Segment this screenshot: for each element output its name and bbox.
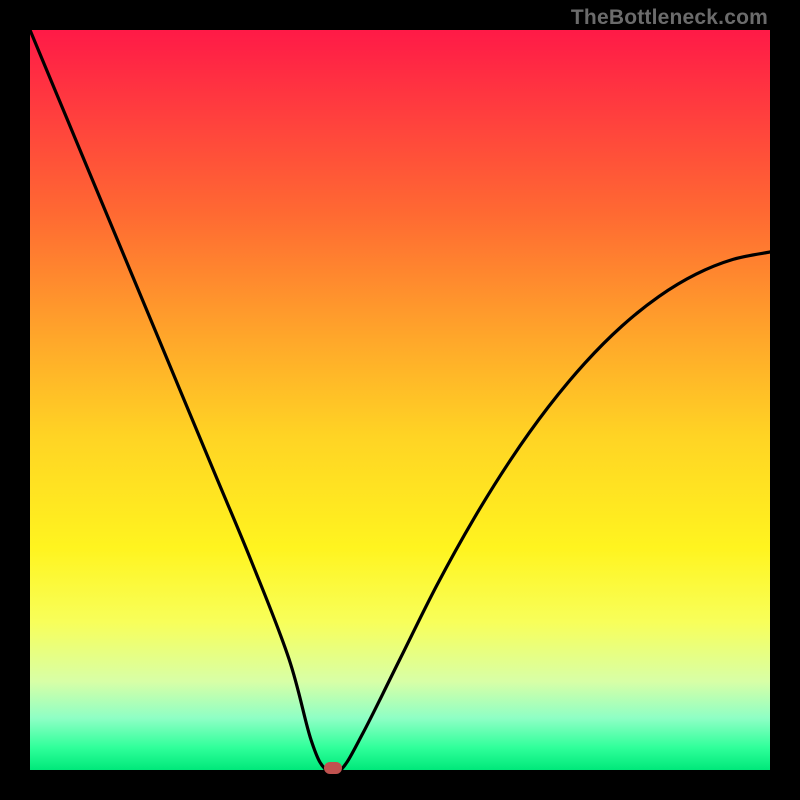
min-marker [324,762,342,774]
bottleneck-curve [30,30,770,770]
plot-area [30,30,770,770]
curve-svg [30,30,770,770]
watermark-text: TheBottleneck.com [571,6,768,30]
chart-frame: TheBottleneck.com [0,0,800,800]
